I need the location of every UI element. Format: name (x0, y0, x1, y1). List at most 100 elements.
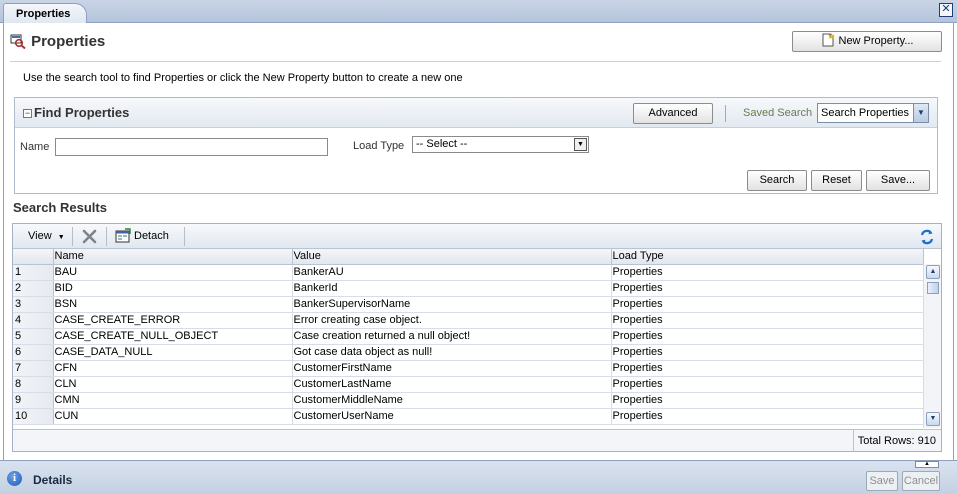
details-save-button[interactable]: Save (866, 471, 898, 491)
column-header-rownum (13, 249, 54, 265)
cell-load-type: Properties (611, 312, 924, 329)
cell-value: BankerId (292, 280, 612, 297)
load-type-value: -- Select -- (416, 138, 468, 150)
new-property-button[interactable]: New Property... (792, 31, 942, 52)
load-type-label: Load Type (353, 140, 405, 152)
row-number: 1 (13, 264, 54, 281)
properties-panel: Properties New Property... Use the searc… (3, 23, 954, 460)
search-button[interactable]: Search (747, 170, 807, 191)
saved-search-value: Search Properties (821, 107, 910, 119)
cell-load-type: Properties (611, 264, 924, 281)
cell-load-type: Properties (611, 376, 924, 393)
tab-properties[interactable]: Properties (3, 3, 87, 24)
table-row[interactable]: 5 CASE_CREATE_NULL_OBJECT Case creation … (13, 328, 924, 345)
cell-value: CustomerUserName (292, 408, 612, 425)
table-header-row: Name Value Load Type (13, 249, 924, 265)
cell-value: BankerAU (292, 264, 612, 281)
load-type-select[interactable]: -- Select -- ▼ (412, 136, 589, 153)
row-number: 4 (13, 312, 54, 329)
toolbar-separator (725, 105, 726, 122)
instructions-text: Use the search tool to find Properties o… (23, 72, 463, 84)
table-row[interactable]: 2 BID BankerId Properties (13, 280, 924, 297)
cell-value: CustomerLastName (292, 376, 612, 393)
cell-name: CLN (53, 376, 293, 393)
table-row[interactable]: 8 CLN CustomerLastName Properties (13, 376, 924, 393)
row-number: 3 (13, 296, 54, 313)
page-title: Properties (31, 33, 106, 50)
header-divider (10, 61, 941, 62)
close-icon[interactable]: ✕ (939, 3, 953, 17)
cell-name: CFN (53, 360, 293, 377)
toolbar-separator (106, 227, 107, 246)
cell-name: BAU (53, 264, 293, 281)
column-header-load-type[interactable]: Load Type (611, 249, 924, 265)
row-number: 5 (13, 328, 54, 345)
cell-name: CUN (53, 408, 293, 425)
cell-load-type: Properties (611, 280, 924, 297)
column-header-value[interactable]: Value (292, 249, 612, 265)
saved-search-select[interactable]: Search Properties ▼ (817, 103, 929, 123)
table-row[interactable]: 7 CFN CustomerFirstName Properties (13, 360, 924, 377)
view-label: View (28, 230, 52, 242)
scroll-thumb[interactable] (927, 282, 939, 294)
save-search-button[interactable]: Save... (866, 170, 930, 191)
delete-icon[interactable] (81, 228, 98, 245)
new-property-label: New Property... (838, 35, 914, 47)
cell-name: CMN (53, 392, 293, 409)
total-rows: Total Rows: 910 (853, 430, 941, 452)
find-properties-title: Find Properties (34, 105, 130, 120)
cell-load-type: Properties (611, 408, 924, 425)
name-label: Name (20, 141, 50, 153)
cell-value: Case creation returned a null object! (292, 328, 612, 345)
refresh-icon[interactable] (919, 229, 935, 245)
saved-search-label: Saved Search (743, 107, 813, 119)
chevron-down-icon[interactable]: ▼ (574, 138, 587, 151)
cell-load-type: Properties (611, 328, 924, 345)
table-row[interactable]: 9 CMN CustomerMiddleName Properties (13, 392, 924, 409)
table-row[interactable]: 6 CASE_DATA_NULL Got case data object as… (13, 344, 924, 361)
cell-load-type: Properties (611, 360, 924, 377)
cell-value: CustomerMiddleName (292, 392, 612, 409)
table-row[interactable]: 1 BAU BankerAU Properties (13, 264, 924, 281)
results-table: Name Value Load Type 1 BAU BankerAU Prop… (13, 249, 924, 425)
cell-value: Error creating case object. (292, 312, 612, 329)
chevron-down-icon[interactable]: ▼ (913, 104, 928, 122)
info-icon: i (7, 471, 22, 486)
chevron-down-icon: ▼ (57, 234, 65, 241)
page-header: Properties (10, 33, 105, 50)
vertical-scrollbar[interactable]: ▲ ▼ (923, 264, 941, 428)
advanced-button[interactable]: Advanced (633, 103, 713, 124)
row-number: 2 (13, 280, 54, 297)
row-number: 6 (13, 344, 54, 361)
toolbar-separator (72, 227, 73, 246)
row-number: 9 (13, 392, 54, 409)
table-row[interactable]: 4 CASE_CREATE_ERROR Error creating case … (13, 312, 924, 329)
row-number: 10 (13, 408, 54, 425)
details-cancel-button[interactable]: Cancel (902, 471, 940, 491)
cell-name: CASE_DATA_NULL (53, 344, 293, 361)
splitter-handle-icon[interactable]: ▲ (915, 461, 939, 468)
column-header-name[interactable]: Name (53, 249, 293, 265)
table-row[interactable]: 3 BSN BankerSupervisorName Properties (13, 296, 924, 313)
tab-strip: Properties ✕ (0, 0, 957, 24)
scroll-down-icon[interactable]: ▼ (926, 412, 940, 426)
cell-name: CASE_CREATE_ERROR (53, 312, 293, 329)
collapse-icon[interactable]: − (23, 109, 32, 118)
cell-name: BSN (53, 296, 293, 313)
detach-icon (115, 228, 131, 244)
cell-name: CASE_CREATE_NULL_OBJECT (53, 328, 293, 345)
name-input[interactable] (55, 138, 328, 156)
cell-name: BID (53, 280, 293, 297)
table-row[interactable]: 10 CUN CustomerUserName Properties (13, 408, 924, 425)
detach-button[interactable]: Detach (113, 227, 177, 246)
find-properties-header: − Find Properties Advanced Saved Search … (15, 98, 937, 128)
details-label[interactable]: Details (33, 473, 72, 487)
reset-button[interactable]: Reset (811, 170, 862, 191)
row-number: 8 (13, 376, 54, 393)
details-bar: ▲ i Details Save Cancel (0, 460, 957, 494)
view-menu[interactable]: View ▼ (28, 230, 65, 242)
scroll-up-icon[interactable]: ▲ (926, 265, 940, 279)
results-footer: Total Rows: 910 (13, 429, 941, 452)
cell-value: Got case data object as null! (292, 344, 612, 361)
results-toolbar: View ▼ Detach (13, 224, 941, 249)
